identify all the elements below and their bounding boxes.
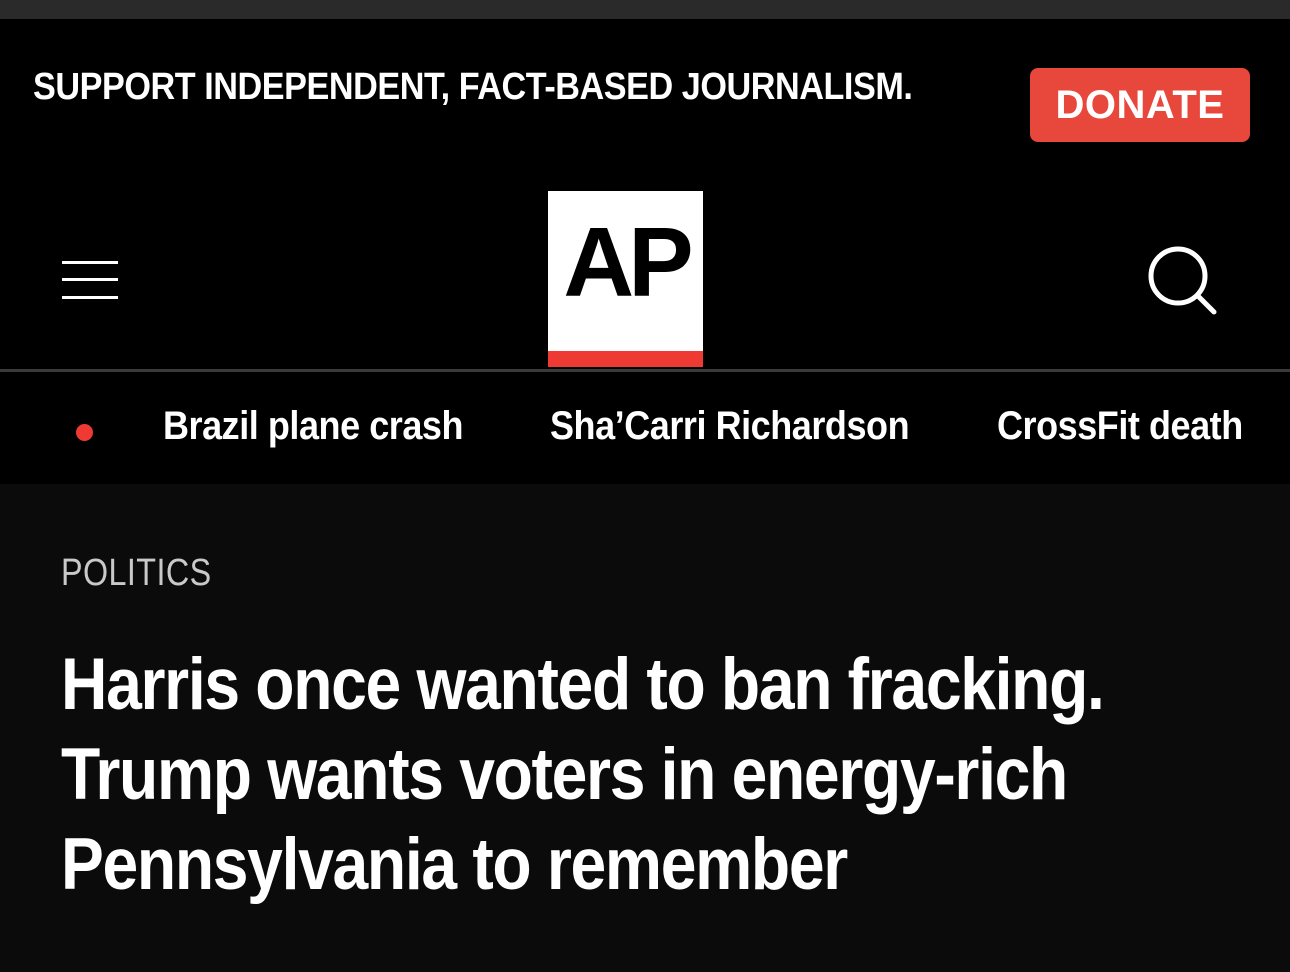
headline: Harris once wanted to ban fracking. Trum… — [61, 640, 1281, 910]
top-strip — [0, 0, 1290, 19]
search-icon[interactable] — [1146, 244, 1218, 316]
page: SUPPORT INDEPENDENT, FACT-BASED JOURNALI… — [0, 0, 1290, 972]
red-dot-icon — [76, 424, 93, 441]
hamburger-menu-icon[interactable] — [62, 258, 118, 302]
trending-link-shacarri-richardson[interactable]: Sha’Carri Richardson — [550, 404, 910, 449]
logo-red-bar — [548, 351, 703, 367]
support-message: SUPPORT INDEPENDENT, FACT-BASED JOURNALI… — [33, 66, 913, 108]
headline-line: Harris once wanted to ban fracking. — [61, 644, 1105, 725]
donate-button[interactable]: DONATE — [1030, 68, 1250, 142]
section-label[interactable]: POLITICS — [61, 552, 212, 595]
trending-link-crossfit-death[interactable]: CrossFit death — [997, 404, 1243, 449]
ap-logo[interactable]: AP — [548, 191, 703, 367]
headline-line: Trump wants voters in energy-rich — [61, 734, 1068, 815]
logo-text: AP — [563, 207, 693, 317]
headline-line: Pennsylvania to remember — [61, 824, 848, 905]
trending-link-brazil-plane-crash[interactable]: Brazil plane crash — [163, 404, 463, 449]
